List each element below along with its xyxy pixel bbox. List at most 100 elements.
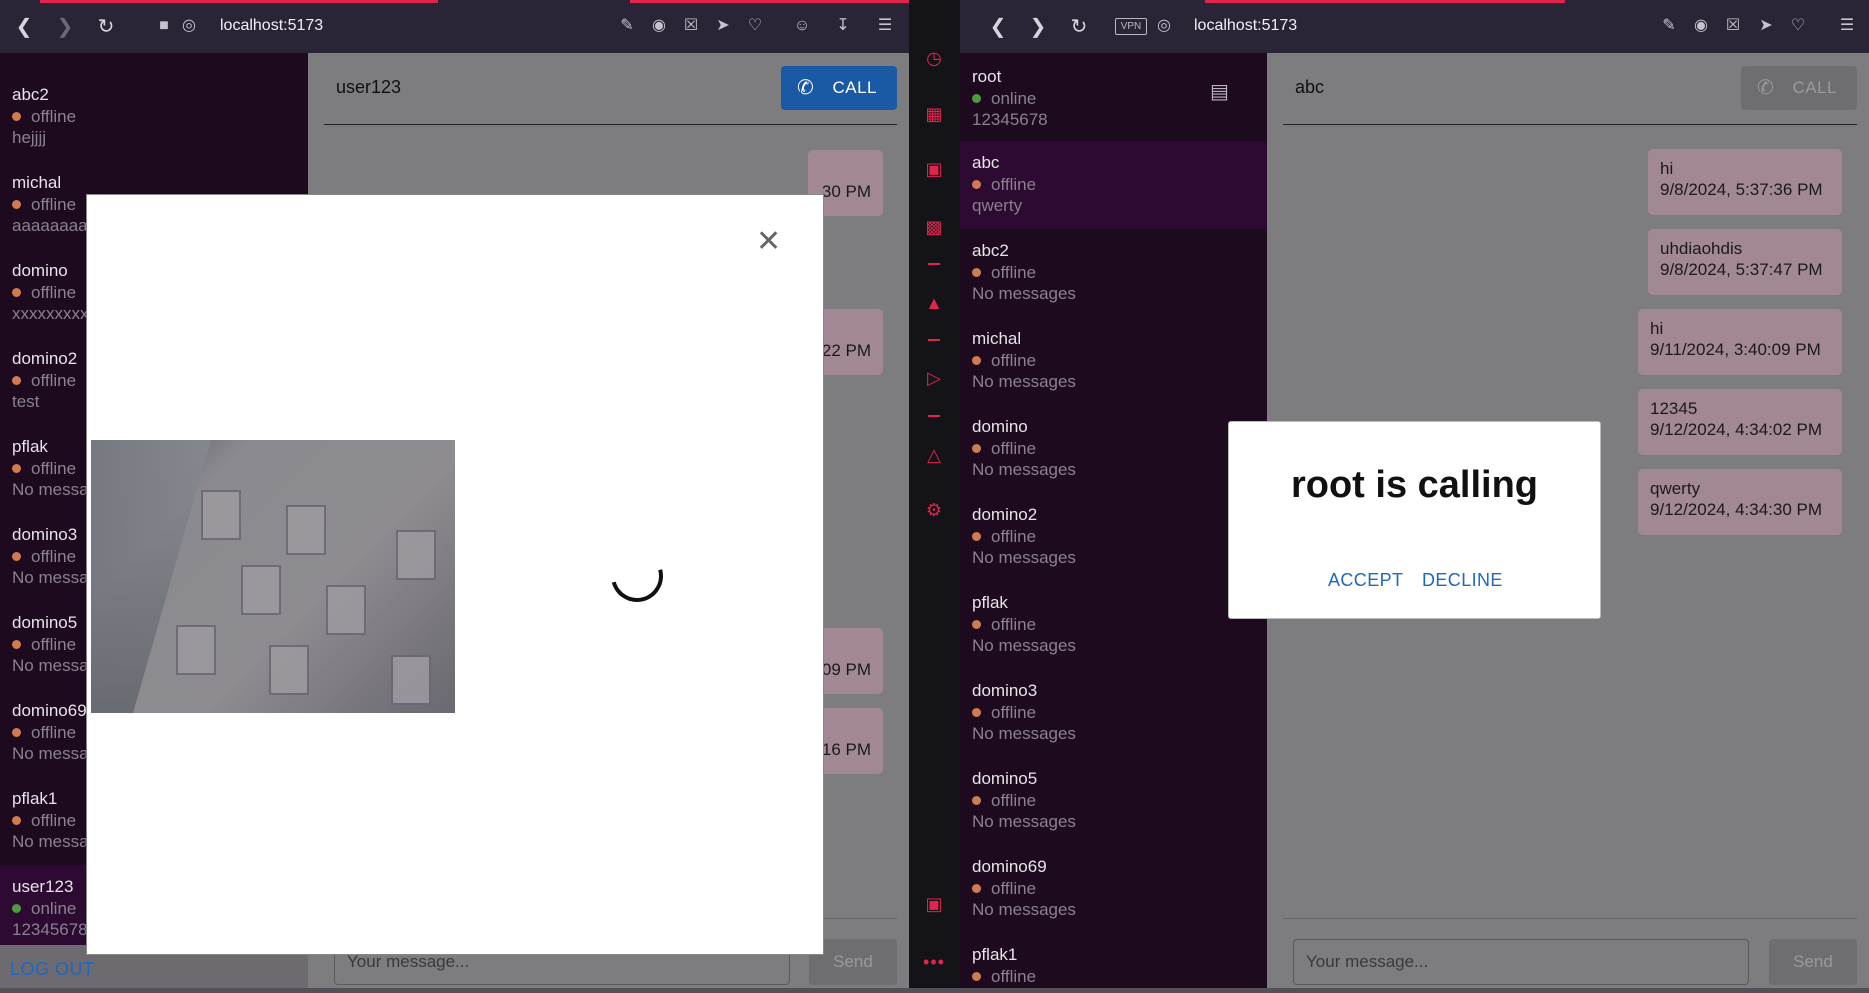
contact-item[interactable]: domino5 offline No messages bbox=[960, 757, 1267, 845]
message-time: 9/12/2024, 4:34:30 PM bbox=[1650, 500, 1823, 519]
edit-icon[interactable]: ✎ bbox=[1657, 14, 1681, 38]
wall-picture bbox=[269, 645, 309, 695]
status-dot-icon bbox=[972, 180, 981, 189]
status-dot-icon bbox=[972, 796, 981, 805]
contact-item[interactable]: domino2 offline No messages bbox=[960, 493, 1267, 581]
contact-last-message: No messages bbox=[972, 548, 1076, 567]
twitch-icon[interactable]: ▣ bbox=[922, 157, 946, 181]
back-icon[interactable]: ❮ bbox=[10, 13, 38, 41]
contact-item[interactable]: michal offline No messages bbox=[960, 317, 1267, 405]
contact-last-message: No messages bbox=[972, 812, 1076, 831]
contact-name: michal bbox=[12, 173, 62, 192]
browser-toolbar: ❮ ❯ ↻ ■ ◎ localhost:5173 ✎ ◉ ☒ ➤ ♡ ☺ ↧ ☰ bbox=[0, 0, 909, 53]
contact-status: offline bbox=[972, 702, 1267, 723]
app-content: abc2 offline hejjjj michal offline aaaaa… bbox=[0, 53, 909, 993]
download-icon[interactable]: ↧ bbox=[831, 14, 855, 38]
send-icon[interactable]: ➤ bbox=[711, 14, 735, 38]
contact-item[interactable]: domino69 offline No messages bbox=[960, 845, 1267, 933]
contact-status: offline bbox=[972, 966, 1267, 987]
reload-icon[interactable]: ↻ bbox=[1065, 13, 1093, 41]
contact-status: offline bbox=[972, 790, 1267, 811]
status-dot-icon bbox=[12, 200, 21, 209]
contact-last-message: 12345678 bbox=[972, 110, 1048, 129]
back-icon[interactable]: ❮ bbox=[984, 13, 1012, 41]
more-icon[interactable]: ••• bbox=[922, 952, 946, 973]
wall-picture bbox=[241, 565, 281, 615]
speed-dial-icon[interactable]: ◷ bbox=[922, 46, 946, 70]
contact-item[interactable]: pflak1 offline bbox=[960, 933, 1267, 993]
edit-icon[interactable]: ✎ bbox=[615, 14, 639, 38]
contact-name: domino2 bbox=[972, 505, 1038, 524]
cube-icon[interactable]: △ bbox=[922, 443, 946, 467]
contact-item[interactable]: root online 12345678 ▤ bbox=[960, 53, 1267, 141]
loading-spinner-icon bbox=[601, 540, 673, 612]
message-bubble: qwerty 9/12/2024, 4:34:30 PM bbox=[1638, 469, 1842, 535]
message-input[interactable]: Your message... bbox=[1293, 939, 1749, 985]
contact-item[interactable]: abc2 offline No messages bbox=[960, 229, 1267, 317]
settings-sliders-icon[interactable]: ☰ bbox=[873, 14, 897, 38]
vpn-badge[interactable]: VPN bbox=[1115, 18, 1147, 35]
video-call-modal: ✕ bbox=[86, 194, 824, 955]
new-chat-icon[interactable]: ▤ bbox=[1210, 79, 1236, 103]
send-icon[interactable]: ➤ bbox=[1754, 14, 1778, 38]
contact-name: abc2 bbox=[12, 85, 49, 104]
contact-name: abc2 bbox=[972, 241, 1009, 260]
contact-name: michal bbox=[972, 329, 1022, 348]
shield-icon[interactable]: ☒ bbox=[1721, 14, 1745, 38]
player-icon[interactable]: ▷ bbox=[922, 366, 946, 390]
call-button[interactable]: ✆ CALL bbox=[1741, 66, 1857, 110]
status-dot-icon bbox=[972, 356, 981, 365]
contact-status: offline bbox=[972, 262, 1267, 283]
contact-status: offline bbox=[972, 174, 1267, 195]
contact-item[interactable]: domino offline No messages bbox=[960, 405, 1267, 493]
contact-item[interactable]: pflak offline No messages bbox=[960, 581, 1267, 669]
globe-icon[interactable]: ◎ bbox=[177, 14, 201, 38]
browser-toolbar: ❮ ❯ ↻ VPN ◎ localhost:5173 ✎ ◉ ☒ ➤ ♡ ☰ bbox=[960, 0, 1869, 53]
contact-name: domino5 bbox=[972, 769, 1038, 788]
status-dot-icon bbox=[972, 708, 981, 717]
message-time: 9/12/2024, 4:34:02 PM bbox=[1650, 420, 1823, 439]
screenshot-icon[interactable]: ◉ bbox=[647, 14, 671, 38]
contact-name: abc bbox=[972, 153, 1000, 172]
address-bar[interactable]: localhost:5173 bbox=[220, 17, 323, 35]
incoming-call-title: root is calling bbox=[1290, 464, 1539, 506]
call-button[interactable]: ✆ CALL bbox=[781, 66, 897, 110]
profile-icon[interactable]: ☺ bbox=[790, 14, 814, 38]
globe-icon[interactable]: ◎ bbox=[1152, 14, 1176, 38]
taskbar-strip bbox=[0, 988, 1869, 993]
shopping-bag-icon[interactable]: ▦ bbox=[922, 102, 946, 126]
accept-call-button[interactable]: ACCEPT bbox=[1328, 570, 1403, 591]
wallpaper-icon[interactable]: ▣ bbox=[922, 892, 946, 916]
rail-separator bbox=[928, 263, 940, 265]
hardware-icon[interactable]: ▩ bbox=[922, 215, 946, 239]
contact-name: domino69 bbox=[972, 857, 1047, 876]
decline-call-button[interactable]: DECLINE bbox=[1422, 570, 1503, 591]
reload-icon[interactable]: ↻ bbox=[92, 13, 120, 41]
screenshot-icon[interactable]: ◉ bbox=[1689, 14, 1713, 38]
camera-indicator-icon[interactable]: ■ bbox=[152, 14, 176, 38]
status-dot-icon bbox=[972, 884, 981, 893]
message-text: hi bbox=[1650, 319, 1664, 338]
message-bubble: hi 9/11/2024, 3:40:09 PM bbox=[1638, 309, 1842, 375]
contact-status: offline bbox=[972, 878, 1267, 899]
contact-status: offline bbox=[972, 526, 1267, 547]
forward-icon[interactable]: ❯ bbox=[51, 13, 79, 41]
forward-icon[interactable]: ❯ bbox=[1024, 13, 1052, 41]
contact-item[interactable]: domino3 offline No messages bbox=[960, 669, 1267, 757]
address-bar[interactable]: localhost:5173 bbox=[1194, 17, 1297, 35]
gear-icon[interactable]: ⚙ bbox=[922, 498, 946, 522]
contact-item-selected[interactable]: abc offline qwerty bbox=[960, 141, 1267, 229]
contact-last-message: qwerty bbox=[972, 196, 1023, 215]
close-icon[interactable]: ✕ bbox=[756, 227, 781, 257]
message-bubble: uhdiaohdis 9/8/2024, 5:37:47 PM bbox=[1648, 229, 1842, 295]
contact-last-message: hejjjj bbox=[12, 128, 47, 147]
contact-name: pflak1 bbox=[972, 945, 1018, 964]
aria-icon[interactable]: ▲ bbox=[922, 291, 946, 315]
wall-picture bbox=[326, 585, 366, 635]
send-button[interactable]: Send bbox=[1769, 939, 1857, 985]
contact-item[interactable]: abc2 offline hejjjj bbox=[0, 73, 308, 161]
heart-icon[interactable]: ♡ bbox=[1786, 14, 1810, 38]
shield-icon[interactable]: ☒ bbox=[679, 14, 703, 38]
settings-sliders-icon[interactable]: ☰ bbox=[1835, 14, 1859, 38]
heart-icon[interactable]: ♡ bbox=[743, 14, 767, 38]
